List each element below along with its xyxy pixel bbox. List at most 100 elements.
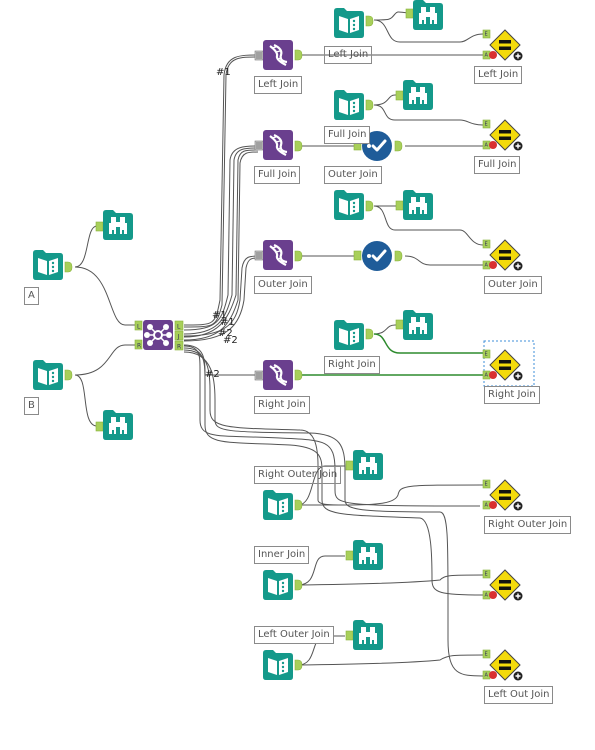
input-anchor[interactable] [345,550,354,561]
output-anchor[interactable] [394,140,403,152]
expected-input-inner[interactable] [263,570,303,600]
input-anchor[interactable] [353,250,362,261]
output-anchor[interactable] [365,200,374,212]
tool-annotation[interactable]: Right Join [254,396,310,414]
input-anchor[interactable] [395,319,404,330]
tool-annotation[interactable]: Left Outer Join [254,626,334,644]
tool-annotation[interactable]: Full Join [324,126,371,144]
tool-annotation[interactable]: Outer Join [254,276,312,294]
cleanse-tool-outer[interactable] [353,239,403,273]
output-anchor[interactable] [365,328,374,340]
test-tool-right[interactable]: EA [482,349,524,382]
output-anchor[interactable] [394,250,403,262]
anchor-letter: E [485,572,488,578]
output-anchor[interactable] [294,369,303,381]
tool-annotation[interactable]: Full Join [474,156,521,174]
join-multiple-tool[interactable]: L R L J R [134,319,184,351]
output-anchor[interactable] [64,369,73,381]
anchor-letter: A [485,373,489,379]
output-anchor[interactable] [294,140,303,152]
wire-a-join-multiple[interactable] [74,266,137,326]
test-tool-full[interactable]: EA [482,119,524,152]
expected-input-right-outer[interactable] [263,490,303,520]
browse-expected-left-outer[interactable] [345,620,383,650]
input-tool-a[interactable] [33,250,73,280]
anchor-letter: E [485,352,488,358]
join-tool-right[interactable] [254,358,303,392]
input-book-icon [33,250,63,280]
input-anchor[interactable] [405,8,414,19]
wire-b-join-multiple[interactable] [74,344,137,376]
browse-expected-right[interactable] [395,310,433,340]
tool-annotation[interactable]: Outer Join [484,276,542,294]
tool-annotation[interactable]: Right Outer Join [254,466,342,484]
wire-a-browse[interactable] [74,225,98,268]
input-anchor[interactable] [95,221,104,232]
tool-annotation[interactable]: Inner Join [254,546,310,564]
output-anchor[interactable] [365,99,374,111]
tool-annotation[interactable]: Left Join [254,76,303,94]
browse-expected-left[interactable] [405,0,443,30]
wire-cleanse-test-2[interactable] [404,255,483,266]
binoculars-icon [353,620,383,650]
tool-annotation[interactable]: Right Outer Join [484,516,572,534]
join-tool-full[interactable] [254,128,303,162]
browse-expected-inner[interactable] [345,540,383,570]
anchor-letter: E [485,482,488,488]
input-book-icon [263,490,293,520]
test-tool-outer[interactable]: EA [482,239,524,272]
test-tool-right-outer[interactable]: EA [482,479,524,512]
tool-annotation[interactable]: A [24,287,39,305]
browse-expected-outer[interactable] [395,190,433,220]
test-tool-left[interactable]: EA [482,29,524,62]
input-anchor[interactable] [395,90,404,101]
output-anchor[interactable] [294,49,303,61]
multi-input-anchor[interactable] [254,370,264,381]
tool-annotation[interactable]: Right Join [484,386,540,404]
expected-input-left-outer[interactable] [263,650,303,680]
output-anchor[interactable] [294,579,303,591]
output-anchor[interactable] [365,15,374,27]
multi-input-anchor[interactable] [254,50,264,61]
tool-annotation[interactable]: Outer Join [324,166,382,184]
browse-tool-a[interactable] [95,210,133,240]
output-anchor[interactable] [294,499,303,511]
multi-input-anchor[interactable] [254,140,264,151]
tool-annotation[interactable]: Right Join [324,356,380,374]
input-book-icon [334,8,364,38]
test-tool-left-outer[interactable]: EA [482,649,524,682]
join-tool-outer[interactable] [254,238,303,272]
tool-annotation[interactable]: Left Join [324,46,373,64]
tool-annotation[interactable]: Full Join [254,166,301,184]
output-anchor[interactable] [294,250,303,262]
test-tool-inner[interactable]: EA [482,569,524,602]
input-tool-b[interactable] [33,360,73,390]
input-anchor[interactable] [345,460,354,471]
input-anchor[interactable] [95,421,104,432]
output-anchor[interactable] [294,659,303,671]
anchor-letter: A [485,143,489,149]
input-anchor[interactable] [395,200,404,211]
binoculars-icon [103,210,133,240]
error-badge-icon [489,141,497,149]
join-tool-left[interactable] [254,38,303,72]
expected-input-outer[interactable] [334,190,374,220]
browse-expected-full[interactable] [395,80,433,110]
anchor-letter: A [485,673,489,679]
wire-b-browse[interactable] [74,374,98,427]
expected-input-right[interactable] [334,320,374,350]
multi-input-anchor[interactable] [254,250,264,261]
tool-annotation[interactable]: Left Join [474,66,523,84]
error-badge-icon [489,51,497,59]
wire-jm-leftjoin-1[interactable] [183,54,259,326]
anchor-letter: R [177,344,181,351]
output-anchor[interactable] [64,261,73,273]
input-anchor[interactable] [345,630,354,641]
expected-input-left[interactable] [334,8,374,38]
expected-input-full[interactable] [334,90,374,120]
browse-tool-b[interactable] [95,410,133,440]
browse-expected-right-outer[interactable] [345,450,383,480]
anchor-letter: R [137,343,141,350]
tool-annotation[interactable]: B [24,397,39,415]
tool-annotation[interactable]: Left Out Join [484,686,554,704]
